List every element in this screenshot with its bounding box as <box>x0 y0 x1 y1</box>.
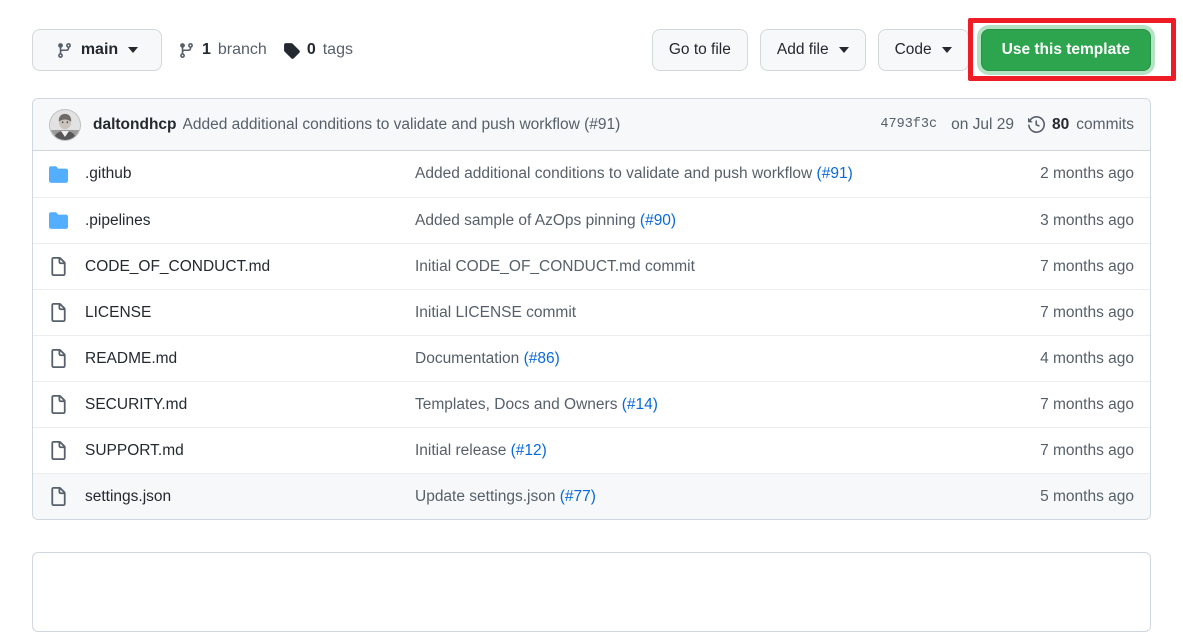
file-icon <box>49 349 85 368</box>
file-name-link[interactable]: settings.json <box>85 488 415 506</box>
branch-name-label: main <box>80 41 119 58</box>
file-commit-message-link[interactable]: Initial release (#12) <box>415 442 954 460</box>
commit-author-link[interactable]: daltondhcp <box>93 116 177 134</box>
file-name-link[interactable]: SUPPORT.md <box>85 442 415 460</box>
repository-file-table-card: daltondhcp Added additional conditions t… <box>32 98 1151 520</box>
code-button[interactable]: Code <box>877 29 969 71</box>
toolbar-right-group: Go to file Add file Code Use this templa… <box>651 24 1151 76</box>
file-commit-time: 3 months ago <box>1040 211 1134 229</box>
add-file-label: Add file <box>776 41 829 58</box>
tag-count-value: 0 <box>306 41 316 58</box>
file-icon <box>49 395 85 414</box>
go-to-file-label: Go to file <box>668 41 731 58</box>
file-list: .github Added additional conditions to va… <box>33 151 1150 519</box>
file-commit-time: 7 months ago <box>1040 303 1134 321</box>
commit-meta-group: 4793f3c on Jul 29 80 commits <box>864 116 1134 134</box>
file-row[interactable]: settings.json Update settings.json (#77) 5… <box>33 473 1150 519</box>
commits-count-link[interactable]: 80 commits <box>1028 116 1134 134</box>
file-commit-message-link[interactable]: Update settings.json (#77) <box>415 488 954 506</box>
folder-icon <box>49 211 85 230</box>
git-branch-icon <box>56 42 73 59</box>
file-name-link[interactable]: SECURITY.md <box>85 396 415 414</box>
commit-message-text: Update settings.json <box>415 487 560 505</box>
file-icon <box>49 303 85 322</box>
use-this-template-label: Use this template <box>1001 41 1130 58</box>
branch-count-link[interactable]: 1 branch <box>178 41 267 59</box>
file-row[interactable]: .github Added additional conditions to va… <box>33 151 1150 197</box>
commit-message-text: Initial CODE_OF_CONDUCT.md commit <box>415 257 695 275</box>
file-commit-message-link[interactable]: Initial CODE_OF_CONDUCT.md commit <box>415 258 954 276</box>
file-row[interactable]: LICENSE Initial LICENSE commit 7 months ag… <box>33 289 1150 335</box>
file-icon <box>49 487 85 506</box>
pull-request-link[interactable]: (#91) <box>817 165 853 182</box>
commit-message-text: Added sample of AzOps pinning <box>415 211 640 229</box>
file-row[interactable]: SECURITY.md Templates, Docs and Owners (#… <box>33 381 1150 427</box>
commit-message-text: Initial LICENSE commit <box>415 303 577 321</box>
chevron-down-icon <box>128 47 139 53</box>
file-commit-time: 7 months ago <box>1040 257 1134 275</box>
file-commit-time: 4 months ago <box>1040 349 1134 367</box>
file-commit-time: 2 months ago <box>1040 165 1134 182</box>
readme-card <box>32 552 1151 632</box>
history-icon <box>1028 116 1046 133</box>
pull-request-link[interactable]: (#86) <box>524 350 560 367</box>
file-name-link[interactable]: .pipelines <box>85 212 415 230</box>
commits-count-label: commits <box>1076 115 1134 133</box>
file-name-link[interactable]: LICENSE <box>85 304 415 322</box>
file-commit-time: 5 months ago <box>1040 487 1134 505</box>
commit-message-text: Templates, Docs and Owners <box>415 395 622 413</box>
use-this-template-button[interactable]: Use this template <box>980 29 1151 71</box>
repo-toolbar: main 1 branch 0 tags Go to file Add file… <box>32 24 1151 76</box>
tag-count-link[interactable]: 0 tags <box>283 41 353 59</box>
pull-request-link[interactable]: (#90) <box>640 212 676 229</box>
pull-request-link[interactable]: (#77) <box>560 488 596 505</box>
tag-icon <box>283 42 300 59</box>
go-to-file-button[interactable]: Go to file <box>651 29 748 71</box>
file-row[interactable]: CODE_OF_CONDUCT.md Initial CODE_OF_CONDUC… <box>33 243 1150 289</box>
add-file-button[interactable]: Add file <box>759 29 866 71</box>
file-icon <box>49 257 85 276</box>
commit-message-text: Initial release <box>415 441 511 459</box>
file-commit-time: 7 months ago <box>1040 395 1134 413</box>
code-label: Code <box>894 41 932 58</box>
file-row[interactable]: SUPPORT.md Initial release (#12) 7 months … <box>33 427 1150 473</box>
chevron-down-icon <box>941 47 952 53</box>
tag-count-label: tags <box>322 41 353 58</box>
commit-message-text: Added additional conditions to validate … <box>415 165 817 182</box>
file-commit-time: 7 months ago <box>1040 441 1134 459</box>
toolbar-left-group: main 1 branch 0 tags <box>32 24 353 76</box>
commit-date: on Jul 29 <box>951 115 1015 133</box>
commit-sha-link[interactable]: 4793f3c <box>880 117 937 132</box>
commit-message-link[interactable]: Added additional conditions to validate … <box>183 116 621 134</box>
file-commit-message-link[interactable]: Added sample of AzOps pinning (#90) <box>415 212 954 230</box>
branch-count-value: 1 <box>202 41 211 58</box>
file-icon <box>49 441 85 460</box>
file-name-link[interactable]: .github <box>85 165 415 183</box>
file-commit-message-link[interactable]: Documentation (#86) <box>415 350 954 368</box>
file-row[interactable]: README.md Documentation (#86) 4 months ago <box>33 335 1150 381</box>
avatar[interactable] <box>49 108 81 141</box>
commit-message-text: Documentation <box>415 349 524 367</box>
file-commit-message-link[interactable]: Templates, Docs and Owners (#14) <box>415 396 954 414</box>
pull-request-link[interactable]: (#14) <box>622 396 658 413</box>
commits-count-value: 80 <box>1052 115 1070 133</box>
git-branch-icon <box>178 42 195 59</box>
file-name-link[interactable]: README.md <box>85 350 415 368</box>
file-commit-message-link[interactable]: Added additional conditions to validate … <box>415 165 954 183</box>
folder-icon <box>49 165 85 184</box>
file-row[interactable]: .pipelines Added sample of AzOps pinning … <box>33 197 1150 243</box>
branch-count-label: branch <box>217 41 267 58</box>
branch-selector-button[interactable]: main <box>32 29 162 71</box>
latest-commit-bar: daltondhcp Added additional conditions t… <box>33 99 1150 151</box>
pull-request-link[interactable]: (#12) <box>511 442 547 459</box>
file-name-link[interactable]: CODE_OF_CONDUCT.md <box>85 258 415 276</box>
chevron-down-icon <box>838 47 849 53</box>
file-commit-message-link[interactable]: Initial LICENSE commit <box>415 304 954 322</box>
